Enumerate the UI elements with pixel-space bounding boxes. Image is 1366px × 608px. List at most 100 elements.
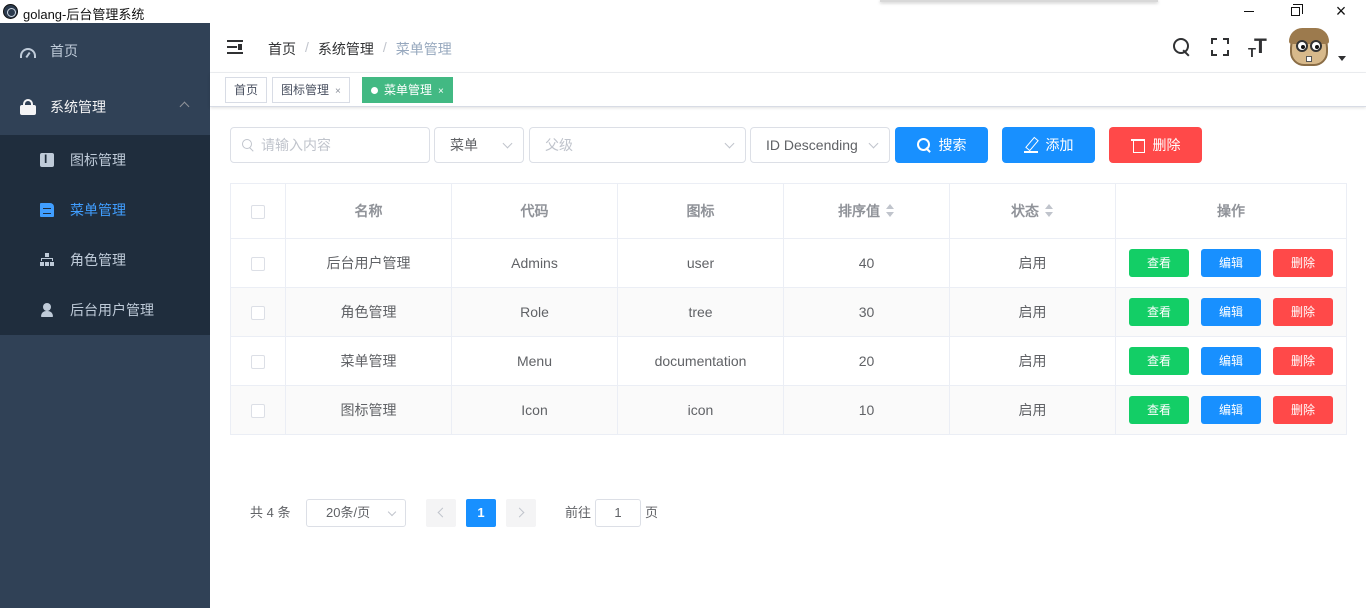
window-titlebar: golang-后台管理系统 ×: [0, 0, 1366, 23]
tag-label: 图标管理: [281, 83, 330, 97]
minimize-button[interactable]: [1226, 0, 1272, 23]
sidebar-item-admins[interactable]: 后台用户管理: [0, 285, 210, 335]
column-header-name: 名称: [285, 183, 452, 239]
cell-code: Menu: [451, 336, 618, 386]
search-input[interactable]: 请输入内容: [230, 127, 430, 163]
page-number-current[interactable]: 1: [466, 499, 496, 527]
edit-button[interactable]: 编辑: [1201, 298, 1261, 326]
lock-icon: [20, 99, 36, 115]
cell-code: Icon: [451, 385, 618, 435]
row-select-cell: [230, 238, 286, 288]
prev-page-button[interactable]: [426, 499, 456, 527]
tag-menus[interactable]: 菜单管理 ×: [362, 77, 453, 103]
sort-select-value: ID Descending: [766, 137, 858, 153]
table-row: 图标管理 Icon icon 10 启用 查看 编辑 删除: [230, 385, 1347, 435]
edit-button[interactable]: 编辑: [1201, 347, 1261, 375]
sidebar-item-roles[interactable]: 角色管理: [0, 235, 210, 285]
sidebar-group-system[interactable]: 系统管理: [0, 79, 210, 135]
delete-icon: [1130, 138, 1145, 153]
column-header-sort[interactable]: 排序值: [783, 183, 950, 239]
close-button[interactable]: ×: [1318, 0, 1364, 23]
hamburger-icon[interactable]: [227, 40, 244, 54]
tree-icon: [40, 253, 54, 267]
row-select-cell: [230, 385, 286, 435]
sidebar-item-label: 菜单管理: [70, 202, 126, 218]
tag-home[interactable]: 首页: [225, 77, 268, 103]
row-delete-button[interactable]: 删除: [1273, 347, 1333, 375]
sidebar-item-label: 首页: [50, 43, 78, 59]
view-button[interactable]: 查看: [1129, 249, 1189, 277]
avatar[interactable]: [1287, 26, 1331, 68]
row-select-cell: [230, 287, 286, 337]
type-select[interactable]: 菜单: [434, 127, 524, 163]
sidebar-item-label: 后台用户管理: [70, 302, 154, 318]
sidebar-item-home[interactable]: 首页: [0, 23, 210, 79]
row-select-cell: [230, 336, 286, 386]
column-header-icon: 图标: [617, 183, 784, 239]
close-icon[interactable]: ×: [438, 86, 444, 97]
breadcrumb-system[interactable]: 系统管理: [318, 39, 374, 59]
cell-actions: 查看 编辑 删除: [1115, 238, 1347, 288]
sidebar-item-icons[interactable]: 图标管理: [0, 135, 210, 185]
cell-status: 启用: [949, 238, 1116, 288]
chevron-down-icon: [387, 507, 397, 517]
row-delete-button[interactable]: 删除: [1273, 396, 1333, 424]
tag-label: 菜单管理: [384, 83, 433, 97]
view-button[interactable]: 查看: [1129, 396, 1189, 424]
view-button[interactable]: 查看: [1129, 347, 1189, 375]
row-checkbox[interactable]: [251, 404, 265, 419]
icon-icon: [40, 152, 54, 167]
chevron-down-icon: [868, 138, 879, 149]
row-checkbox[interactable]: [251, 306, 265, 321]
row-checkbox[interactable]: [251, 257, 265, 272]
column-header-label: 状态: [1011, 203, 1039, 219]
column-header-code: 代码: [451, 183, 618, 239]
caret-down-icon[interactable]: [1338, 56, 1346, 61]
edit-icon: [1023, 138, 1038, 153]
sidebar-item-label: 角色管理: [70, 252, 126, 268]
type-select-value: 菜单: [450, 137, 478, 153]
breadcrumb-home[interactable]: 首页: [268, 39, 296, 59]
sort-select[interactable]: ID Descending: [750, 127, 890, 163]
row-delete-button[interactable]: 删除: [1273, 249, 1333, 277]
app-icon: [3, 4, 18, 19]
table-row: 后台用户管理 Admins user 40 启用 查看 编辑 删除: [230, 238, 1347, 288]
close-icon[interactable]: ×: [335, 86, 341, 97]
column-header-status[interactable]: 状态: [949, 183, 1116, 239]
documentation-icon: [40, 203, 54, 217]
window-title: golang-后台管理系统: [23, 7, 145, 22]
select-all-checkbox[interactable]: [251, 205, 265, 220]
search-icon[interactable]: [1172, 37, 1192, 57]
sidebar-item-menus[interactable]: 菜单管理: [0, 185, 210, 235]
page-size-select[interactable]: 20条/页: [306, 499, 406, 527]
search-button[interactable]: 搜索: [895, 127, 988, 163]
sort-caret-icon[interactable]: [885, 204, 895, 218]
restore-button[interactable]: [1272, 0, 1318, 23]
edit-button[interactable]: 编辑: [1201, 249, 1261, 277]
column-header-label: 排序值: [838, 203, 880, 219]
font-size-icon[interactable]: [1248, 37, 1268, 63]
cell-code: Role: [451, 287, 618, 337]
parent-select-placeholder: 父级: [545, 137, 573, 153]
row-delete-button[interactable]: 删除: [1273, 298, 1333, 326]
delete-button[interactable]: 删除: [1109, 127, 1202, 163]
edit-button[interactable]: 编辑: [1201, 396, 1261, 424]
cell-sort: 40: [783, 238, 950, 288]
view-button[interactable]: 查看: [1129, 298, 1189, 326]
cell-icon: user: [617, 238, 784, 288]
row-checkbox[interactable]: [251, 355, 265, 370]
cell-name: 后台用户管理: [285, 238, 452, 288]
page-size-value: 20条/页: [326, 505, 371, 520]
tag-icons[interactable]: 图标管理 ×: [272, 77, 350, 103]
parent-select[interactable]: 父级: [529, 127, 746, 163]
goto-label: 前往: [565, 505, 592, 520]
sort-caret-icon[interactable]: [1044, 204, 1054, 218]
goto-page-input[interactable]: 1: [595, 499, 641, 527]
chevron-down-icon: [502, 138, 513, 149]
breadcrumb-separator: /: [382, 39, 387, 55]
breadcrumb-current: 菜单管理: [395, 41, 452, 57]
column-header-actions: 操作: [1115, 183, 1347, 239]
add-button[interactable]: 添加: [1002, 127, 1095, 163]
fullscreen-icon[interactable]: [1210, 37, 1230, 57]
next-page-button[interactable]: [506, 499, 536, 527]
